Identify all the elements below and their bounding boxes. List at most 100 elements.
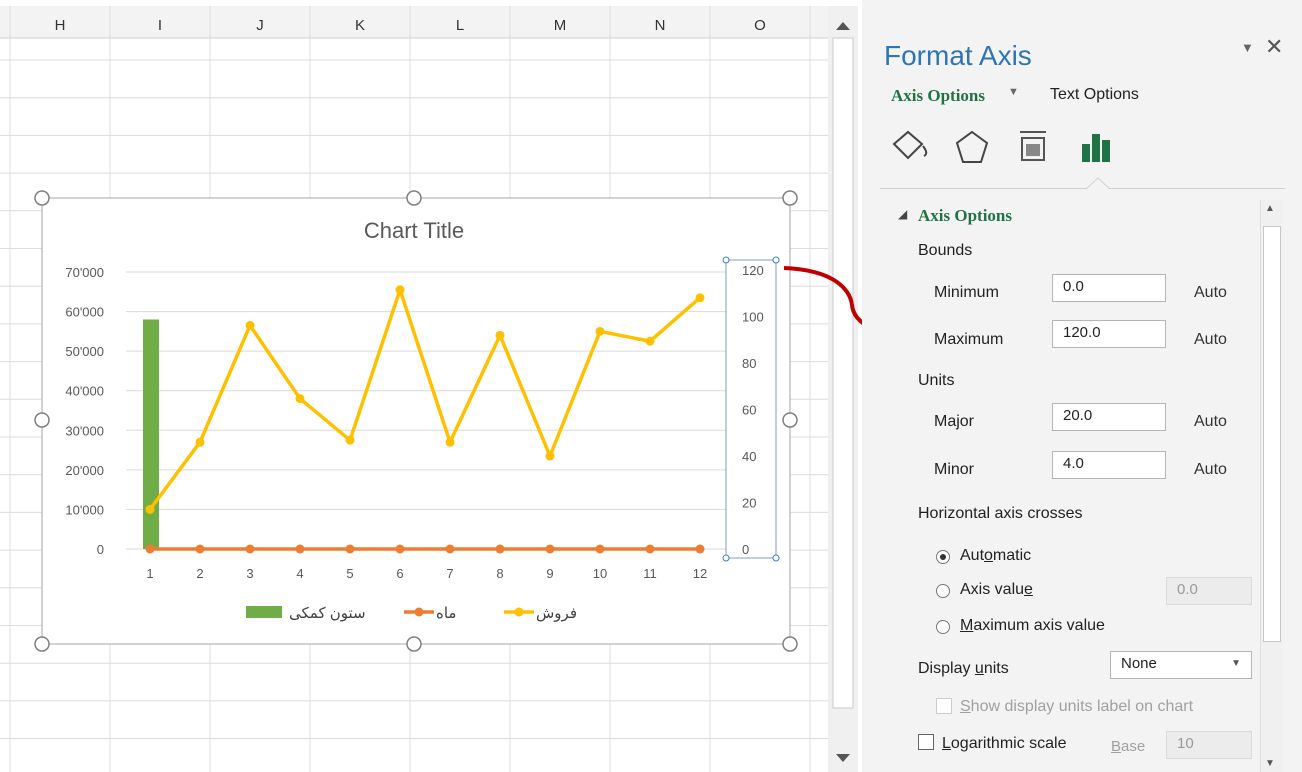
chart-resize-handle[interactable] <box>782 412 798 428</box>
radio-axis-value[interactable] <box>936 584 950 598</box>
series-point-sales[interactable] <box>645 336 655 346</box>
pane-scroll-up-icon[interactable]: ▲ <box>1265 203 1275 214</box>
x-axis-tick-label: 7 <box>446 566 453 581</box>
chart-title[interactable]: Chart Title <box>364 218 464 243</box>
right-axis-tick-label[interactable]: 80 <box>742 356 756 371</box>
series-point-month[interactable] <box>145 544 155 554</box>
axis-selection-handle[interactable] <box>772 554 780 562</box>
logarithmic-scale-label[interactable]: Logarithmic scale <box>942 735 1067 753</box>
series-point-month[interactable] <box>695 544 705 554</box>
column-header-M[interactable]: M <box>554 17 567 34</box>
maximum-label: Maximum <box>934 331 1004 348</box>
show-display-units-label[interactable]: Show display units label on chart <box>960 698 1193 716</box>
series-point-month[interactable] <box>495 544 505 554</box>
display-units-select[interactable]: None ▼ <box>1110 651 1252 679</box>
radio-maximum-axis-value-label[interactable]: Maximum axis value <box>960 617 1105 635</box>
column-header-L[interactable]: L <box>456 17 464 34</box>
series-point-sales[interactable] <box>145 504 155 514</box>
chart-resize-handle[interactable] <box>782 636 798 652</box>
axis-selection-handle[interactable] <box>722 256 730 264</box>
column-header-N[interactable]: N <box>655 17 666 34</box>
left-axis-tick-label: 10'000 <box>65 502 104 517</box>
pane-scroll-thumb[interactable] <box>1263 226 1281 642</box>
major-auto-button[interactable]: Auto <box>1194 413 1227 431</box>
minor-field[interactable]: 4.0 <box>1052 451 1166 479</box>
series-point-month[interactable] <box>245 544 255 554</box>
tab-text-options[interactable]: Text Options <box>1050 86 1139 104</box>
series-point-sales[interactable] <box>545 451 555 461</box>
right-axis-tick-label[interactable]: 0 <box>742 542 749 557</box>
series-point-month[interactable] <box>195 544 205 554</box>
left-axis-tick-label: 40'000 <box>65 384 104 399</box>
left-axis-tick-label: 0 <box>97 542 104 557</box>
axis-selection-handle[interactable] <box>772 256 780 264</box>
series-point-sales[interactable] <box>445 437 455 447</box>
column-header-K[interactable]: K <box>355 17 365 34</box>
series-point-month[interactable] <box>445 544 455 554</box>
series-point-sales[interactable] <box>345 435 355 445</box>
axis-options-bar-icon[interactable] <box>1078 128 1118 168</box>
series-point-month[interactable] <box>595 544 605 554</box>
axis-options-dropdown-icon[interactable]: ▼ <box>1008 86 1019 98</box>
series-point-month[interactable] <box>395 544 405 554</box>
series-point-month[interactable] <box>645 544 655 554</box>
series-point-month[interactable] <box>295 544 305 554</box>
column-header-H[interactable]: H <box>55 17 66 34</box>
series-point-sales[interactable] <box>245 320 255 330</box>
base-field[interactable]: 10 <box>1166 731 1252 759</box>
chart-resize-handle[interactable] <box>34 636 50 652</box>
show-display-units-checkbox[interactable] <box>936 698 952 714</box>
radio-automatic-label[interactable]: Automatic <box>960 547 1031 565</box>
right-axis-tick-label[interactable]: 40 <box>742 449 756 464</box>
chart-resize-handle[interactable] <box>406 636 422 652</box>
effects-icon[interactable] <box>952 128 992 168</box>
maximum-auto-button[interactable]: Auto <box>1194 331 1227 349</box>
right-axis-tick-label[interactable]: 120 <box>742 263 764 278</box>
right-axis-tick-label[interactable]: 20 <box>742 496 756 511</box>
base-label: Base <box>1111 738 1146 755</box>
chart-resize-handle[interactable] <box>782 190 798 206</box>
logarithmic-scale-checkbox[interactable] <box>918 734 934 750</box>
x-axis-tick-label: 3 <box>246 566 253 581</box>
close-pane-icon[interactable]: ✕ <box>1265 34 1283 60</box>
right-axis-tick-label[interactable]: 100 <box>742 310 764 325</box>
chart-resize-handle[interactable] <box>34 412 50 428</box>
chart-resize-handle[interactable] <box>406 190 422 206</box>
bar-helper-column[interactable] <box>143 319 159 549</box>
axis-value-field[interactable]: 0.0 <box>1166 577 1252 605</box>
chart-resize-handle[interactable] <box>34 190 50 206</box>
legend-label-helper-column[interactable]: ستون کمکی <box>289 605 366 622</box>
series-point-sales[interactable] <box>395 285 405 295</box>
legend-label-sales[interactable]: فروش <box>536 605 577 622</box>
minimum-field[interactable]: 0.0 <box>1052 274 1166 302</box>
radio-maximum-axis-value[interactable] <box>936 620 950 634</box>
tab-axis-options[interactable]: Axis Options <box>891 86 985 106</box>
series-point-sales[interactable] <box>195 437 205 447</box>
column-header-O[interactable]: O <box>754 17 766 34</box>
collapse-triangle-icon[interactable]: ◢ <box>898 207 907 221</box>
size-properties-icon[interactable] <box>1014 128 1054 168</box>
column-header-J[interactable]: J <box>256 17 264 34</box>
x-axis-tick-label: 10 <box>593 566 607 581</box>
series-point-sales[interactable] <box>295 394 305 404</box>
radio-axis-value-label[interactable]: Axis value <box>960 581 1033 599</box>
legend-label-month[interactable]: ماه <box>436 605 456 622</box>
section-axis-options[interactable]: Axis Options <box>918 206 1012 226</box>
right-axis-tick-label[interactable]: 60 <box>742 403 756 418</box>
series-point-sales[interactable] <box>495 330 505 340</box>
pane-scroll-down-icon[interactable]: ▼ <box>1265 758 1275 769</box>
fill-line-icon[interactable] <box>890 128 934 168</box>
maximum-field[interactable]: 120.0 <box>1052 320 1166 348</box>
minor-auto-button[interactable]: Auto <box>1194 461 1227 479</box>
series-point-month[interactable] <box>545 544 555 554</box>
series-point-sales[interactable] <box>595 326 605 336</box>
series-point-sales[interactable] <box>695 293 705 303</box>
sheet-scroll-thumb[interactable] <box>832 37 854 709</box>
axis-selection-handle[interactable] <box>722 554 730 562</box>
series-point-month[interactable] <box>345 544 355 554</box>
radio-automatic[interactable] <box>936 550 950 564</box>
pane-options-chevron-icon[interactable]: ▼ <box>1241 40 1254 55</box>
minimum-auto-button[interactable]: Auto <box>1194 284 1227 302</box>
column-header-I[interactable]: I <box>158 17 162 34</box>
major-field[interactable]: 20.0 <box>1052 403 1166 431</box>
